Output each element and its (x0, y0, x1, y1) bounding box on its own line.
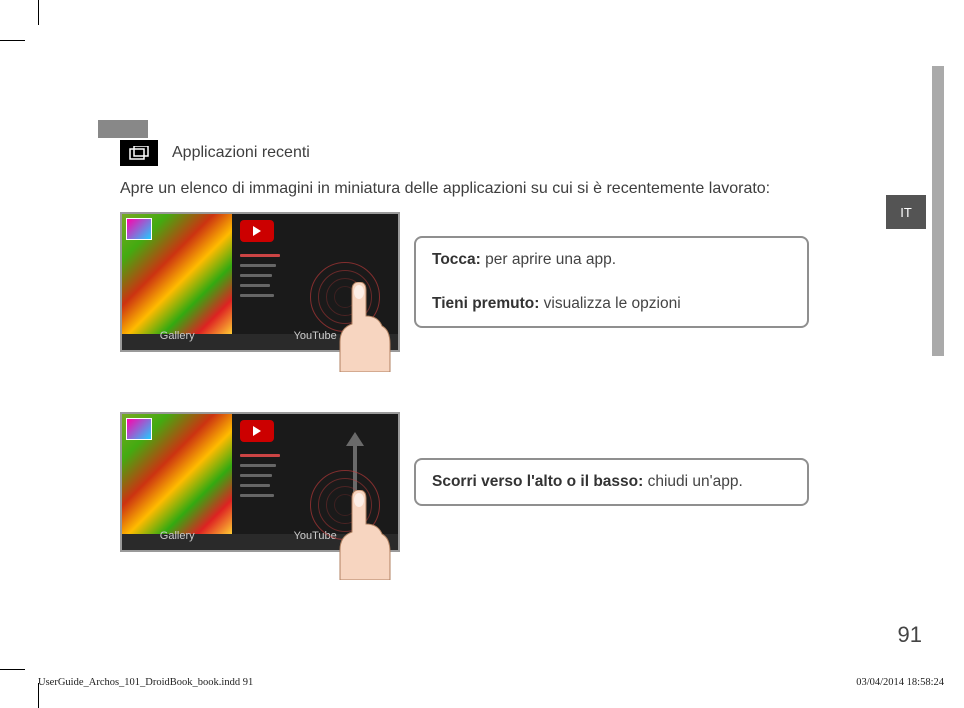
header-bar (98, 120, 148, 138)
swipe-text: chiudi un'app. (643, 473, 742, 490)
crop-mark (0, 40, 25, 41)
crop-mark (38, 0, 39, 25)
side-shade (932, 66, 944, 356)
screenshot-thumb: Gallery YouTube (120, 212, 400, 352)
tap-text: per aprire una app. (481, 251, 616, 268)
callout-swipe: Scorri verso l'alto o il basso: chiudi u… (414, 458, 809, 506)
screenshot-thumb: Gallery YouTube (120, 412, 400, 552)
recent-apps-icon (120, 140, 158, 166)
youtube-icon (240, 420, 274, 442)
intro-text: Apre un elenco di immagini in miniatura … (120, 180, 920, 198)
page-number: 91 (898, 622, 922, 648)
hold-label: Tieni premuto: (432, 295, 539, 312)
gesture-row-tap: Gallery YouTube Tocca: per aprire una ap… (120, 212, 920, 352)
gesture-row-swipe: Gallery YouTube Scorri verso l'alto o il… (120, 412, 920, 552)
hold-text: visualizza le opzioni (539, 295, 680, 312)
thumb-gallery-tile (122, 214, 232, 334)
finger-icon (332, 490, 392, 580)
callout-tap-hold: Tocca: per aprire una app. Tieni premuto… (414, 236, 809, 328)
print-footer: UserGuide_Archos_101_DroidBook_book.indd… (38, 677, 944, 688)
section-title-row: Applicazioni recenti (120, 140, 920, 166)
footer-timestamp: 03/04/2014 18:58:24 (856, 677, 944, 688)
content: Applicazioni recenti Apre un elenco di i… (120, 140, 920, 612)
thumb-gallery-tile (122, 414, 232, 534)
thumb-label-gallery: Gallery (122, 330, 232, 348)
finger-icon (332, 282, 392, 372)
footer-file: UserGuide_Archos_101_DroidBook_book.indd… (38, 677, 253, 688)
crop-mark (0, 669, 25, 670)
youtube-icon (240, 220, 274, 242)
section-title: Applicazioni recenti (172, 144, 310, 162)
thumb-label-gallery: Gallery (122, 530, 232, 548)
swipe-label: Scorri verso l'alto o il basso: (432, 473, 643, 490)
page: IT Applicazioni recenti Apre un elenco d… (38, 40, 944, 670)
tap-label: Tocca: (432, 251, 481, 268)
